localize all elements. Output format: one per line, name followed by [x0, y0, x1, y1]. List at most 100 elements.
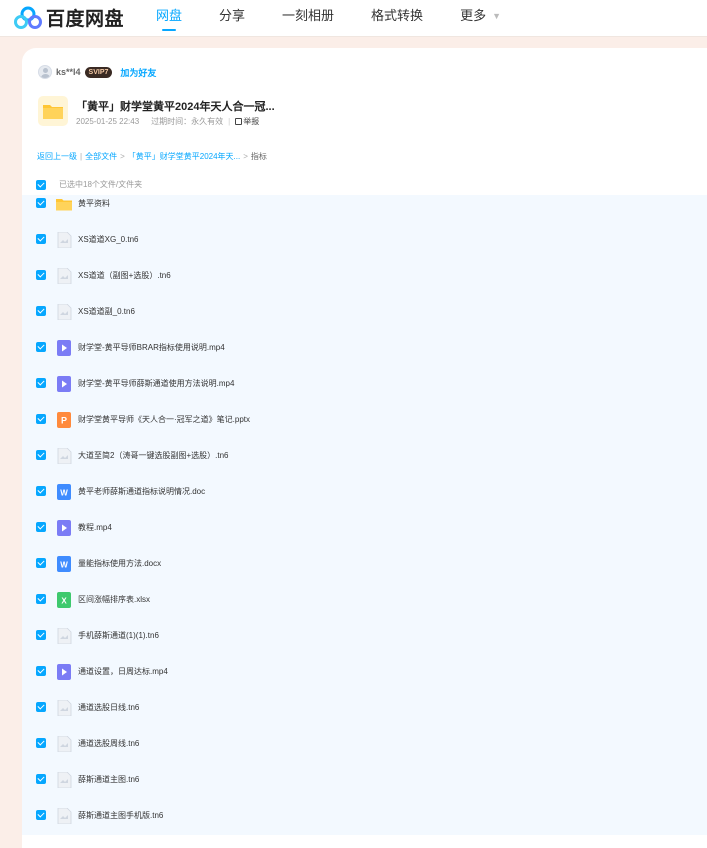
file-name[interactable]: 大道至简2（涛哥一键选股副图+选股）.tn6	[78, 450, 228, 461]
file-row[interactable]: 薛斯通道主图手机版.tn6	[22, 808, 707, 835]
svg-text:W: W	[60, 561, 68, 570]
word-file-icon: W	[56, 484, 72, 500]
file-name[interactable]: XS道道（副图+选股）.tn6	[78, 270, 171, 281]
file-name[interactable]: 教程.mp4	[78, 522, 112, 533]
file-checkbox[interactable]	[36, 774, 46, 784]
generic-file-icon	[56, 808, 72, 824]
generic-file-icon	[56, 772, 72, 788]
nav-item-label: 一刻相册	[282, 8, 335, 23]
top-navigation-bar: 百度网盘 网盘 分享 一刻相册 格式转换 更多 ▼	[0, 0, 707, 37]
share-card: ks**l4 SVIP7 加为好友 「黄平」财学堂黄平2024年天人合一冠...…	[22, 48, 707, 848]
report-button[interactable]: 举报	[235, 116, 259, 127]
nav-item-share[interactable]: 分享	[219, 8, 245, 30]
nav-item-label: 分享	[219, 8, 246, 23]
file-row[interactable]: 财学堂-黄平导师薛斯通道使用方法说明.mp4	[22, 376, 707, 414]
file-checkbox[interactable]	[36, 558, 46, 568]
generic-file-icon	[56, 232, 72, 248]
file-name[interactable]: 薛斯通道主图.tn6	[78, 774, 139, 785]
file-checkbox[interactable]	[36, 630, 46, 640]
file-name[interactable]: 区间涨幅排序表.xlsx	[78, 594, 150, 605]
file-checkbox[interactable]	[36, 810, 46, 820]
file-name[interactable]: 财学堂黄平导师《天人合一·冠军之道》笔记.pptx	[78, 414, 250, 425]
file-row[interactable]: XS道道副_0.tn6	[22, 304, 707, 342]
file-row[interactable]: 教程.mp4	[22, 520, 707, 558]
file-name[interactable]: 通道选股日线.tn6	[78, 702, 139, 713]
file-checkbox[interactable]	[36, 450, 46, 460]
svg-text:X: X	[61, 597, 67, 606]
file-row[interactable]: 财学堂-黄平导师BRAR指标使用说明.mp4	[22, 340, 707, 378]
select-all-checkbox[interactable]	[36, 179, 46, 190]
file-row[interactable]: X 区间涨幅排序表.xlsx	[22, 592, 707, 630]
file-row[interactable]: 通道选股日线.tn6	[22, 700, 707, 738]
breadcrumb-current: 指标	[250, 152, 267, 161]
file-row[interactable]: 通道选股周线.tn6	[22, 736, 707, 774]
file-checkbox[interactable]	[36, 522, 46, 532]
file-row[interactable]: XS道道（副图+选股）.tn6	[22, 268, 707, 306]
word-file-icon: W	[56, 556, 72, 572]
file-checkbox[interactable]	[36, 414, 46, 424]
file-checkbox[interactable]	[36, 666, 46, 676]
excel-file-icon: X	[56, 592, 72, 608]
select-all-bar: 已选中18个文件/文件夹	[36, 179, 142, 190]
breadcrumb-all-files[interactable]: 全部文件	[85, 151, 117, 162]
file-checkbox[interactable]	[36, 306, 46, 316]
vip-badge: SVIP7	[84, 66, 113, 78]
file-checkbox[interactable]	[36, 378, 46, 388]
file-row[interactable]: 薛斯通道主图.tn6	[22, 772, 707, 810]
file-row[interactable]: 大道至简2（涛哥一键选股副图+选股）.tn6	[22, 448, 707, 486]
file-checkbox[interactable]	[36, 702, 46, 712]
nav-item-format-convert[interactable]: 格式转换	[371, 8, 423, 30]
file-row[interactable]: P 财学堂黄平导师《天人合一·冠军之道》笔记.pptx	[22, 412, 707, 450]
folder-file-icon	[56, 196, 72, 212]
file-name[interactable]: 薛斯通道主图手机版.tn6	[78, 810, 163, 821]
file-name[interactable]: 黄平资料	[78, 198, 110, 209]
file-name[interactable]: 手机薛斯通道(1)(1).tn6	[78, 630, 159, 641]
generic-file-icon	[56, 628, 72, 644]
file-row[interactable]: 通道设置，日周达标.mp4	[22, 664, 707, 702]
file-checkbox[interactable]	[36, 486, 46, 496]
file-row[interactable]: 手机薛斯通道(1)(1).tn6	[22, 628, 707, 666]
nav-item-more[interactable]: 更多 ▼	[460, 8, 501, 30]
file-name[interactable]: XS道道XG_0.tn6	[78, 234, 138, 245]
file-row[interactable]: W 量能指标使用方法.docx	[22, 556, 707, 594]
breadcrumb-back[interactable]: 返回上一级	[37, 151, 77, 162]
nav-item-netdisk[interactable]: 网盘	[156, 8, 182, 31]
file-checkbox[interactable]	[36, 738, 46, 748]
report-label: 举报	[243, 117, 260, 126]
folder-large-icon	[38, 96, 68, 126]
file-name[interactable]: XS道道副_0.tn6	[78, 306, 135, 317]
file-row[interactable]: 黄平资料	[22, 198, 707, 234]
file-checkbox[interactable]	[36, 594, 46, 604]
file-name[interactable]: 量能指标使用方法.docx	[78, 558, 161, 569]
share-date: 2025-01-25 22:43	[76, 117, 140, 126]
chevron-down-icon: ▼	[492, 11, 501, 21]
file-name[interactable]: 通道设置，日周达标.mp4	[78, 666, 168, 677]
avatar[interactable]	[38, 65, 52, 79]
file-checkbox[interactable]	[36, 342, 46, 352]
sharer-info: ks**l4 SVIP7 加为好友	[38, 65, 156, 79]
file-name[interactable]: 黄平老师薛斯通道指标说明情况.doc	[78, 486, 205, 497]
file-checkbox[interactable]	[36, 270, 46, 280]
nav-item-album[interactable]: 一刻相册	[282, 8, 334, 30]
file-row[interactable]: XS道道XG_0.tn6	[22, 232, 707, 270]
generic-file-icon	[56, 304, 72, 320]
file-name[interactable]: 财学堂-黄平导师薛斯通道使用方法说明.mp4	[78, 378, 234, 389]
generic-file-icon	[56, 268, 72, 284]
file-list: 黄平资料 XS道道XG_0.tn6 XS道道（副图+选股）.tn6 XS道道副_0.t…	[22, 195, 707, 835]
cloud-logo-icon	[14, 6, 42, 29]
file-name[interactable]: 财学堂-黄平导师BRAR指标使用说明.mp4	[78, 342, 225, 353]
file-checkbox[interactable]	[36, 198, 46, 208]
video-file-icon	[56, 664, 72, 680]
nav-item-label: 格式转换	[371, 8, 424, 23]
video-file-icon	[56, 520, 72, 536]
brand-logo[interactable]: 百度网盘	[14, 4, 124, 31]
sharer-name: ks**l4	[56, 67, 81, 77]
breadcrumb-folder[interactable]: 「黄平」财学堂黄平2024年天...	[128, 151, 240, 162]
share-title: 「黄平」财学堂黄平2024年天人合一冠...	[76, 101, 275, 113]
share-meta: 2025-01-25 22:43 过期时间：永久有效 | 举报	[76, 116, 260, 127]
file-checkbox[interactable]	[36, 234, 46, 244]
add-friend-link[interactable]: 加为好友	[120, 66, 156, 79]
file-name[interactable]: 通道选股周线.tn6	[78, 738, 139, 749]
main-nav: 网盘 分享 一刻相册 格式转换 更多 ▼	[156, 8, 538, 31]
file-row[interactable]: W 黄平老师薛斯通道指标说明情况.doc	[22, 484, 707, 522]
